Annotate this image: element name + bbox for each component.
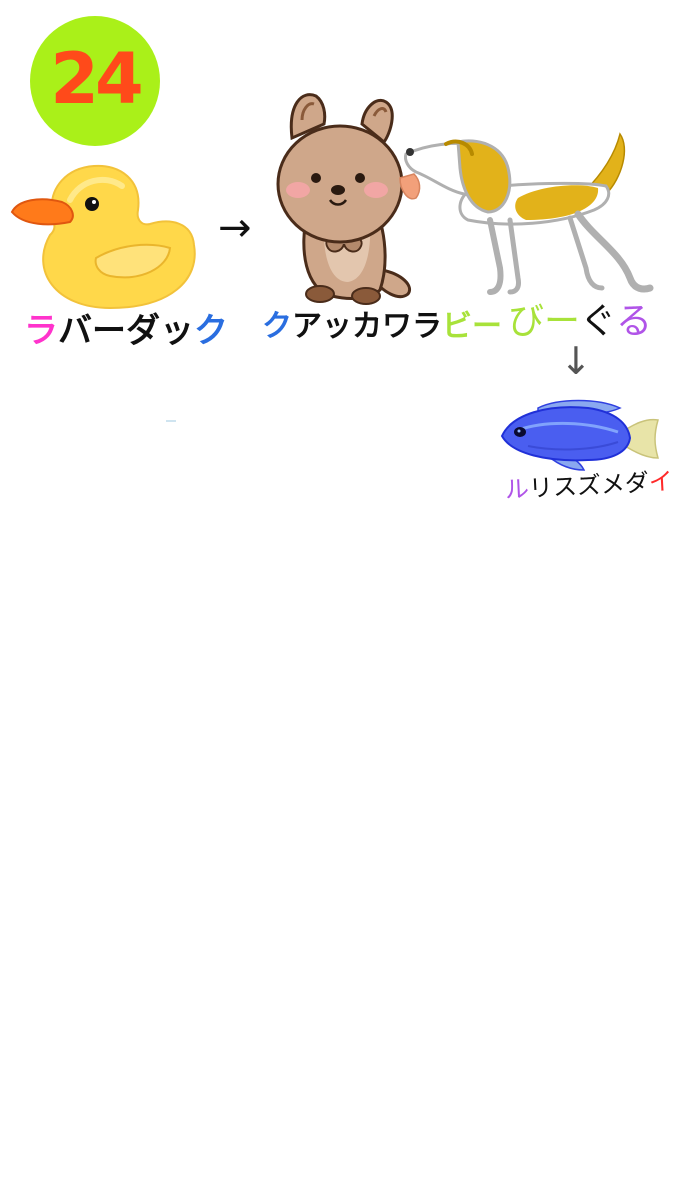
- label-part: アッカワラ: [292, 309, 442, 344]
- badge-number: 24: [50, 38, 143, 120]
- number-badge: 24: [30, 16, 160, 146]
- label-part: ぐ: [580, 301, 617, 342]
- label-blue-damselfish: ルリスズメダイ: [504, 467, 674, 504]
- beagle-icon: [398, 128, 660, 300]
- label-part: ル: [504, 474, 530, 504]
- rubber-duck-icon: [10, 160, 200, 310]
- label-part: ク: [262, 309, 292, 344]
- label-part: イ: [648, 467, 674, 497]
- label-part: ク: [194, 311, 228, 351]
- label-part: ラ: [24, 311, 58, 351]
- label-part: る: [616, 301, 653, 342]
- right-arrow: →: [218, 205, 252, 251]
- label-rubber-duck: ラバーダック: [24, 314, 228, 348]
- decorative-speck: [166, 420, 176, 422]
- down-arrow: ↓: [560, 339, 592, 383]
- label-part: バーダッ: [58, 311, 194, 351]
- label-quokka-wallaby: クアッカワラビー: [262, 312, 502, 342]
- label-part: リスズメダ: [528, 468, 650, 503]
- label-part: ビー: [442, 309, 502, 344]
- label-part: びー: [508, 301, 581, 342]
- damselfish-icon: [498, 396, 662, 478]
- label-beagle: びーぐる: [508, 304, 652, 340]
